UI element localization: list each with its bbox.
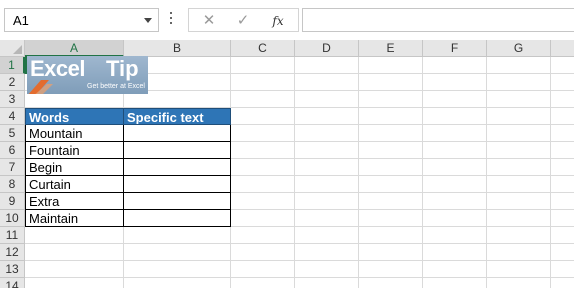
cell-b10[interactable] — [123, 210, 231, 227]
row-header-3[interactable]: 3 — [0, 91, 25, 108]
excel-tip-logo[interactable]: Excel Tip Get better at Excel — [27, 56, 148, 94]
row-header-2[interactable]: 2 — [0, 74, 25, 91]
row-header-10[interactable]: 10 — [0, 210, 25, 227]
select-all-button[interactable] — [0, 40, 25, 57]
cell-b6[interactable] — [123, 142, 231, 159]
column-header-h[interactable] — [551, 40, 574, 57]
name-box-value: A1 — [13, 13, 29, 28]
logo-word-tip: Tip — [106, 56, 139, 81]
row-header-14[interactable]: 14 — [0, 278, 25, 288]
enter-icon[interactable]: ✓ — [231, 11, 255, 31]
row-header-7[interactable]: 7 — [0, 159, 25, 176]
insert-function-icon[interactable]: fx — [266, 11, 290, 31]
cell-a5[interactable]: Mountain — [25, 125, 124, 142]
row-header-13[interactable]: 13 — [0, 261, 25, 278]
cancel-icon[interactable]: ✕ — [197, 11, 221, 31]
row-header-9[interactable]: 9 — [0, 193, 25, 210]
gridline — [422, 57, 423, 288]
cell-a4[interactable]: Words — [25, 108, 124, 125]
column-header-g[interactable]: G — [487, 40, 551, 57]
formula-bar: A1 ✕ ✓ fx — [0, 0, 574, 40]
logo-tagline: Get better at Excel — [87, 83, 145, 90]
name-box-dropdown-icon[interactable] — [144, 18, 152, 23]
column-header-c[interactable]: C — [231, 40, 295, 57]
row-header-6[interactable]: 6 — [0, 142, 25, 159]
gridline — [294, 57, 295, 288]
formula-buttons: ✕ ✓ fx — [188, 8, 299, 32]
cell-a9[interactable]: Extra — [25, 193, 124, 210]
name-box[interactable]: A1 — [4, 8, 159, 32]
row-header-12[interactable]: 12 — [0, 244, 25, 261]
formula-input[interactable] — [302, 8, 574, 32]
column-header-b[interactable]: B — [124, 40, 231, 57]
column-header-e[interactable]: E — [359, 40, 423, 57]
column-header-f[interactable]: F — [423, 40, 487, 57]
cell-b5[interactable] — [123, 125, 231, 142]
row-header-5[interactable]: 5 — [0, 125, 25, 142]
cell-a10[interactable]: Maintain — [25, 210, 124, 227]
cell-b9[interactable] — [123, 193, 231, 210]
row-header-1[interactable]: 1 — [0, 57, 25, 74]
cell-b7[interactable] — [123, 159, 231, 176]
cell-a8[interactable]: Curtain — [25, 176, 124, 193]
logo-word-excel: Excel — [30, 56, 86, 81]
row-header-4[interactable]: 4 — [0, 108, 25, 125]
row-header-8[interactable]: 8 — [0, 176, 25, 193]
cell-b8[interactable] — [123, 176, 231, 193]
gridline — [550, 57, 551, 288]
more-options-icon[interactable] — [169, 12, 173, 28]
column-header-a[interactable]: A — [25, 40, 124, 57]
gridline — [358, 57, 359, 288]
row-header-11[interactable]: 11 — [0, 227, 25, 244]
cell-b4[interactable]: Specific text — [123, 108, 231, 125]
column-header-d[interactable]: D — [295, 40, 359, 57]
cell-a6[interactable]: Fountain — [25, 142, 124, 159]
gridline — [486, 57, 487, 288]
cell-a7[interactable]: Begin — [25, 159, 124, 176]
